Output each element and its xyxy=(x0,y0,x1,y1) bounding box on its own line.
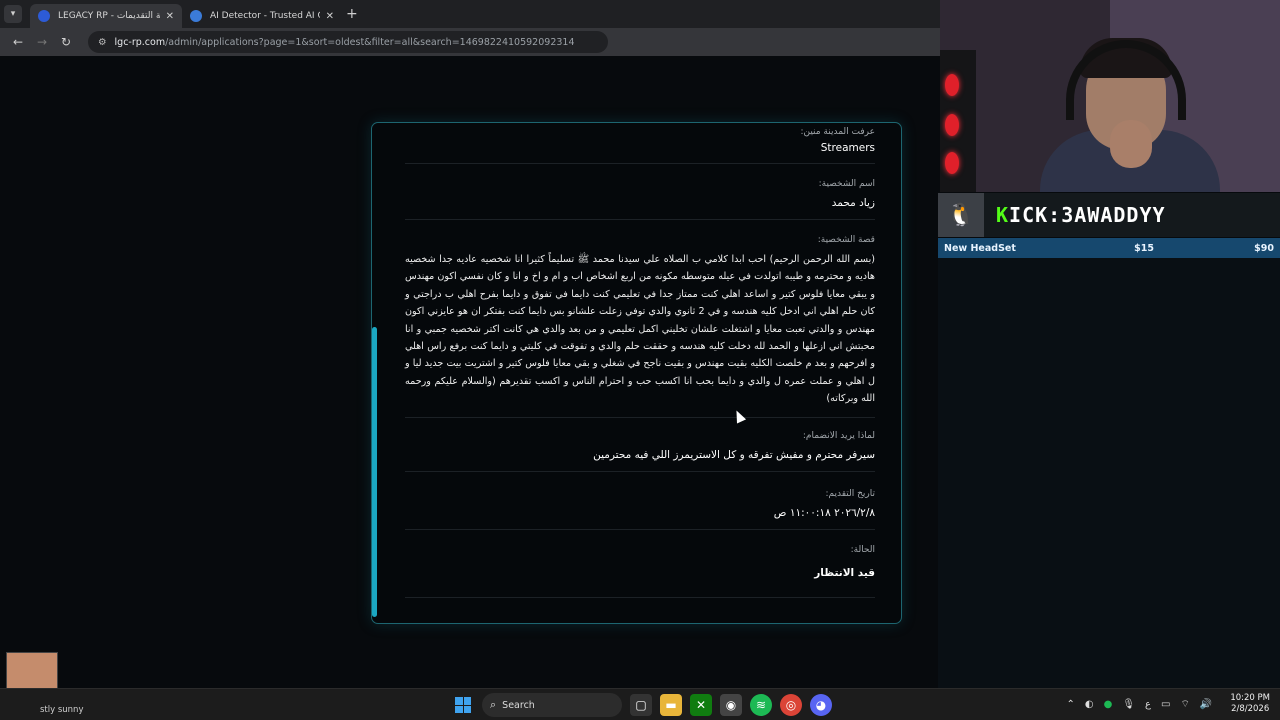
chevron-up-icon[interactable]: ⌃ xyxy=(1066,699,1074,710)
close-tab-icon[interactable]: ✕ xyxy=(326,11,334,22)
file-explorer-icon[interactable]: ▬ xyxy=(660,694,682,716)
divider xyxy=(405,163,875,164)
status-value: قيد الانتظار xyxy=(814,567,875,579)
fan-light-icon xyxy=(945,152,959,174)
address-bar[interactable]: ⚙ lgc-rp.com/admin/applications?page=1&s… xyxy=(88,31,608,53)
chrome-icon[interactable]: ◎ xyxy=(780,694,802,716)
spotify-tray-icon[interactable]: ● xyxy=(1104,699,1113,710)
divider xyxy=(405,219,875,220)
join-reason-label: لماذا يريد الانضمام: xyxy=(802,431,875,441)
pc-case xyxy=(940,50,976,192)
webcam-overlay xyxy=(940,0,1280,192)
join-reason-value: سيرفر محترم و مفيش تفرقه و كل الاستريمرز… xyxy=(593,449,875,461)
character-story-value: (بسم الله الرحمن الرحيم) احب ابدا كلامي … xyxy=(405,254,875,405)
forward-arrow-icon[interactable]: → xyxy=(32,35,52,49)
goal-total: $90 xyxy=(1254,242,1274,254)
overlay-backdrop xyxy=(938,258,1280,688)
character-story-field: قصة الشخصية: (بسم الله الرحمن الرحيم) اح… xyxy=(405,235,875,408)
legacy-favicon-icon xyxy=(38,10,50,22)
modal-scrollbar[interactable] xyxy=(372,327,377,617)
language-indicator[interactable]: ع xyxy=(1145,699,1151,710)
goal-label: New HeadSet xyxy=(944,242,1016,254)
character-name-field: اسم الشخصية: زياد محمد xyxy=(405,179,875,209)
search-placeholder: Search xyxy=(502,699,535,711)
spotify-icon[interactable]: ≋ xyxy=(750,694,772,716)
character-name-label: اسم الشخصية: xyxy=(818,179,875,189)
kick-k: K xyxy=(996,203,1010,227)
application-detail-modal: عرفت المدينة منين: Streamers اسم الشخصية… xyxy=(371,122,902,624)
system-tray: ⌃ ◐ ● 🎙 ع ▭ ⌔ 🔊 10:20 PM 2/8/2026 xyxy=(1066,693,1270,715)
character-story-label: قصة الشخصية: xyxy=(817,235,875,245)
xbox-icon[interactable]: ✕ xyxy=(690,694,712,716)
discord-icon[interactable]: ◕ xyxy=(810,694,832,716)
divider xyxy=(405,529,875,530)
windows-start-icon[interactable] xyxy=(452,694,474,716)
reload-icon[interactable]: ↻ xyxy=(56,35,76,49)
submission-date-label: تاريخ التقديم: xyxy=(825,489,875,499)
search-icon: ⌕ xyxy=(490,698,497,711)
submission-date-value: ٢٠٢٦/٢/٨ ١١:٠٠:١٨ ص xyxy=(773,507,875,519)
goal-current: $15 xyxy=(1134,242,1154,254)
url-path: /admin/applications?page=1&sort=oldest&f… xyxy=(165,36,575,48)
city-source-value: Streamers xyxy=(820,142,875,154)
tab-title: AI Detector - Trusted AI Checker xyxy=(210,11,320,21)
tray-app-icon[interactable]: ◐ xyxy=(1085,699,1094,710)
taskbar-search[interactable]: ⌕ Search xyxy=(482,693,622,717)
kick-rest: ICK:3AWADDYY xyxy=(1009,203,1166,227)
ai-detector-favicon-icon xyxy=(190,10,202,22)
fan-light-icon xyxy=(945,114,959,136)
city-source-label: عرفت المدينة منين: xyxy=(800,127,875,137)
tab-search-menu-icon[interactable]: ▾ xyxy=(4,5,22,23)
kick-channel-name: KICK:3AWADDYY xyxy=(996,203,1166,227)
back-arrow-icon[interactable]: ← xyxy=(8,35,28,49)
join-reason-field: لماذا يريد الانضمام: سيرفر محترم و مفيش … xyxy=(405,431,875,461)
penguin-avatar-icon: 🐧 xyxy=(938,193,984,237)
streamer-hand xyxy=(1110,120,1152,168)
wifi-icon[interactable]: ⌔ xyxy=(1180,698,1189,711)
divider xyxy=(405,471,875,472)
submission-date-field: تاريخ التقديم: ٢٠٢٦/٢/٨ ١١:٠٠:١٨ ص xyxy=(405,489,875,519)
clock-time: 10:20 PM xyxy=(1230,693,1270,703)
url-host: lgc-rp.com xyxy=(114,36,166,48)
clock[interactable]: 10:20 PM 2/8/2026 xyxy=(1230,693,1270,715)
kick-channel-banner: 🐧 KICK:3AWADDYY xyxy=(938,193,1280,237)
divider xyxy=(405,597,875,598)
tab-legacy-rp[interactable]: LEGACY RP - قائمة التقديمات ✕ xyxy=(30,4,182,28)
tab-ai-detector[interactable]: AI Detector - Trusted AI Checker ✕ xyxy=(182,4,342,28)
new-tab-button[interactable]: + xyxy=(346,6,358,22)
clock-date: 2/8/2026 xyxy=(1231,704,1270,714)
status-field: الحالة: قيد الانتظار xyxy=(405,545,875,579)
task-view-icon[interactable]: ▢ xyxy=(630,694,652,716)
status-label: الحالة: xyxy=(850,545,875,555)
close-tab-icon[interactable]: ✕ xyxy=(166,11,174,22)
steam-icon[interactable]: ◉ xyxy=(720,694,742,716)
tab-title: LEGACY RP - قائمة التقديمات xyxy=(58,11,160,21)
windows-taskbar: stly sunny ⌕ Search ▢ ▬ ✕ ◉ ≋ ◎ ◕ ⌃ ◐ ● … xyxy=(0,688,1280,720)
donation-goal-bar: New HeadSet $15 $90 xyxy=(938,238,1280,258)
taskbar-apps: ⌕ Search ▢ ▬ ✕ ◉ ≋ ◎ ◕ xyxy=(452,693,832,717)
city-source-field: عرفت المدينة منين: Streamers xyxy=(405,127,875,154)
character-name-value: زياد محمد xyxy=(831,197,875,209)
site-info-icon[interactable]: ⚙ xyxy=(98,37,107,48)
weather-widget[interactable]: stly sunny xyxy=(40,705,83,715)
microphone-icon[interactable]: 🎙 xyxy=(1122,699,1135,710)
volume-icon[interactable]: 🔊 xyxy=(1200,699,1212,710)
fan-light-icon xyxy=(945,74,959,96)
monitor-icon[interactable]: ▭ xyxy=(1161,699,1170,710)
divider xyxy=(405,417,875,418)
